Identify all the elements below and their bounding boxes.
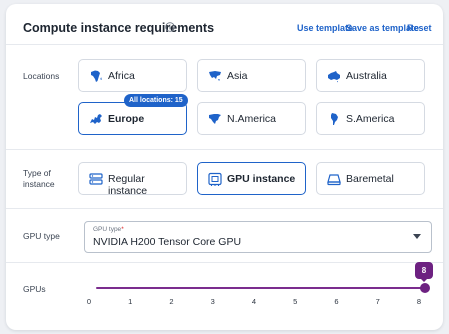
gpu-chip-icon	[208, 172, 222, 186]
gpu-type-select[interactable]: GPU type* NVIDIA H200 Tensor Core GPU	[84, 221, 432, 253]
slider-tick-label: 0	[86, 297, 92, 306]
chevron-down-icon	[413, 234, 421, 239]
gpu-type-label: GPU type	[23, 231, 60, 241]
divider	[6, 44, 443, 45]
gpu-type-value: NVIDIA H200 Tensor Core GPU	[93, 236, 242, 248]
page-title: Compute instance requirements	[23, 21, 215, 35]
gpus-slider-value-bubble: 8	[415, 262, 433, 282]
instance-type-option-label: Regular instance	[108, 173, 148, 197]
divider	[6, 149, 443, 150]
south-america-map-icon	[331, 113, 338, 125]
location-tile-australia[interactable]: Australia	[316, 59, 425, 92]
location-tile-africa[interactable]: Africa	[78, 59, 187, 92]
slider-tick-label: 3	[210, 297, 215, 306]
locations-label: Locations	[23, 71, 60, 81]
location-tile-europe[interactable]: All locations: 15 Europe	[78, 94, 188, 135]
instance-tile-regular[interactable]: Regular instance	[78, 162, 187, 197]
gpus-slider-thumb[interactable]	[420, 283, 430, 293]
server-icon	[89, 173, 103, 185]
asia-map-icon	[209, 71, 221, 81]
gpus-label: GPUs	[23, 284, 46, 294]
slider-tick-label: 8	[416, 297, 422, 306]
location-label: Europe	[108, 113, 145, 125]
location-tile-asia[interactable]: Asia	[197, 59, 306, 92]
australia-map-icon	[328, 71, 340, 83]
location-label: Africa	[108, 70, 135, 82]
location-label: N.America	[227, 113, 277, 125]
baremetal-icon	[327, 174, 341, 186]
instance-type-option-label: GPU instance	[227, 173, 296, 185]
gpu-type-field-label: GPU type*	[93, 226, 124, 233]
slider-tick-label: 6	[334, 297, 339, 306]
slider-tick-label: 2	[169, 297, 174, 306]
info-circle-icon[interactable]	[165, 22, 175, 32]
reset-link[interactable]: Reset	[407, 23, 432, 33]
slider-tick-label: 1	[128, 297, 133, 306]
location-tile-south-america[interactable]: S.America	[316, 102, 425, 135]
slider-tick-label: 5	[293, 297, 298, 306]
use-template-link[interactable]: Use template	[297, 23, 353, 33]
instance-type-option-label: Baremetal	[346, 173, 394, 185]
card-header: Compute instance requirements Use templa…	[6, 4, 443, 44]
divider	[6, 208, 443, 209]
all-locations-badge: All locations: 15	[124, 94, 188, 107]
north-america-map-icon	[209, 114, 221, 124]
instance-type-label: Type of instance	[23, 168, 55, 189]
gpus-slider-track[interactable]	[96, 287, 425, 289]
instance-tile-baremetal[interactable]: Baremetal	[316, 162, 425, 195]
location-label: S.America	[346, 113, 395, 125]
europe-map-icon	[90, 114, 102, 124]
slider-tick-label: 7	[375, 297, 380, 306]
slider-tick-label: 4	[251, 297, 257, 306]
location-label: Asia	[227, 70, 248, 82]
africa-map-icon	[91, 70, 102, 82]
compute-requirements-card: Compute instance requirements Use templa…	[6, 4, 443, 330]
location-label: Australia	[346, 70, 387, 82]
divider	[6, 262, 443, 263]
instance-tile-gpu[interactable]: GPU instance	[197, 162, 306, 195]
location-tile-north-america[interactable]: N.America	[197, 102, 306, 135]
